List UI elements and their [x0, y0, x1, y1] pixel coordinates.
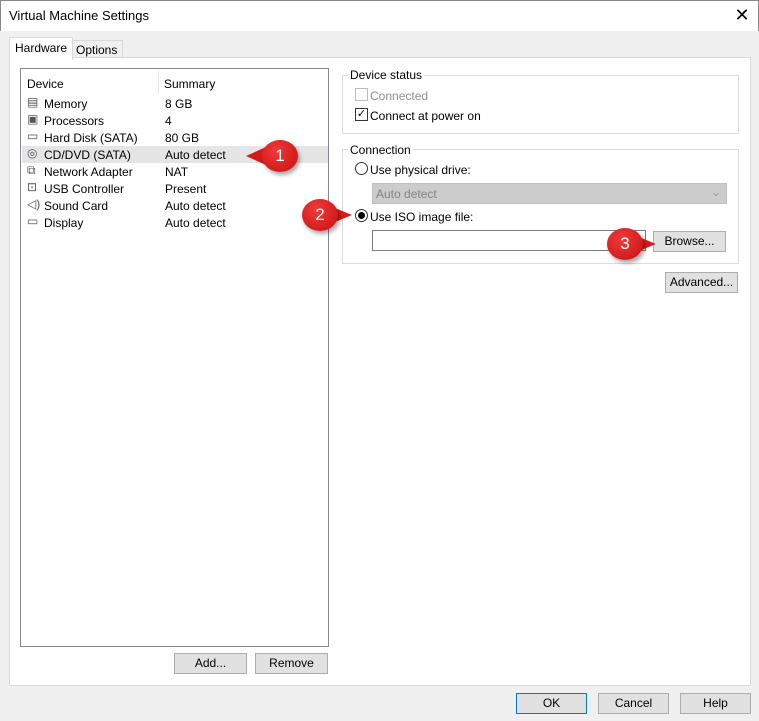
device-summary: Auto detect	[165, 148, 226, 162]
device-summary: NAT	[165, 165, 189, 179]
device-name: Sound Card	[44, 199, 109, 213]
device-status-group	[342, 75, 739, 134]
callout-3: 3	[607, 228, 643, 260]
device-summary: Auto detect	[165, 216, 226, 230]
window-title: Virtual Machine Settings	[9, 8, 149, 23]
device-summary: 4	[165, 114, 172, 128]
add-button[interactable]: Add...	[174, 653, 247, 674]
connected-label: Connected	[370, 89, 429, 103]
device-name: Network Adapter	[44, 165, 133, 179]
cancel-button[interactable]: Cancel	[598, 693, 669, 714]
callout-2: 2	[302, 199, 338, 231]
list-item[interactable]: ◁) Sound Card Auto detect	[22, 197, 328, 214]
device-name: USB Controller	[44, 182, 125, 196]
remove-button[interactable]: Remove	[255, 653, 328, 674]
display-icon: ▭	[27, 214, 39, 228]
device-name: CD/DVD (SATA)	[44, 148, 131, 162]
device-summary: Auto detect	[165, 199, 226, 213]
chevron-down-icon: ⌄	[710, 185, 721, 199]
list-item[interactable]: ▭ Display Auto detect	[22, 214, 328, 231]
use-physical-drive-label: Use physical drive:	[370, 163, 471, 177]
device-summary: 8 GB	[165, 97, 193, 111]
connect-at-power-on-checkbox[interactable]: ✓	[355, 108, 368, 121]
cd-dvd-icon: ◎	[27, 146, 38, 160]
use-iso-image-label: Use ISO image file:	[370, 210, 474, 224]
list-item[interactable]: ⊡ USB Controller Present	[22, 180, 328, 197]
use-iso-image-radio[interactable]	[355, 209, 368, 222]
device-name: Hard Disk (SATA)	[44, 131, 138, 145]
list-item[interactable]: ▣ Processors 4	[22, 112, 328, 129]
connected-checkbox[interactable]	[355, 88, 368, 101]
device-status-legend: Device status	[348, 68, 425, 82]
column-header-device[interactable]: Device	[27, 77, 64, 91]
device-summary: 80 GB	[165, 131, 200, 145]
iso-path-input[interactable]	[372, 230, 646, 251]
sound-icon: ◁)	[27, 197, 41, 211]
ok-button[interactable]: OK	[516, 693, 587, 714]
usb-icon: ⊡	[27, 180, 38, 194]
tab-hardware[interactable]: Hardware	[9, 37, 74, 60]
memory-icon: ▤	[27, 95, 39, 109]
tab-options[interactable]: Options	[70, 40, 124, 57]
connection-legend: Connection	[348, 143, 413, 157]
help-button[interactable]: Help	[680, 693, 751, 714]
use-physical-drive-radio[interactable]	[355, 162, 368, 175]
physical-drive-value: Auto detect	[376, 187, 437, 201]
advanced-button[interactable]: Advanced...	[665, 272, 738, 293]
browse-button[interactable]: Browse...	[653, 231, 726, 252]
physical-drive-select[interactable]: Auto detect ⌄	[372, 183, 727, 204]
device-summary: Present	[165, 182, 207, 196]
column-header-summary[interactable]: Summary	[164, 77, 215, 91]
device-name: Processors	[44, 114, 105, 128]
callout-1: 1	[262, 140, 298, 172]
hard-disk-icon: ▭	[27, 129, 39, 143]
processor-icon: ▣	[27, 112, 39, 126]
network-adapter-icon: ⧉	[27, 163, 36, 177]
close-icon[interactable]: ✕	[730, 4, 754, 26]
device-name: Display	[44, 216, 84, 230]
connect-at-power-on-label: Connect at power on	[370, 109, 481, 123]
list-item[interactable]: ▤ Memory 8 GB	[22, 95, 328, 112]
device-name: Memory	[44, 97, 88, 111]
